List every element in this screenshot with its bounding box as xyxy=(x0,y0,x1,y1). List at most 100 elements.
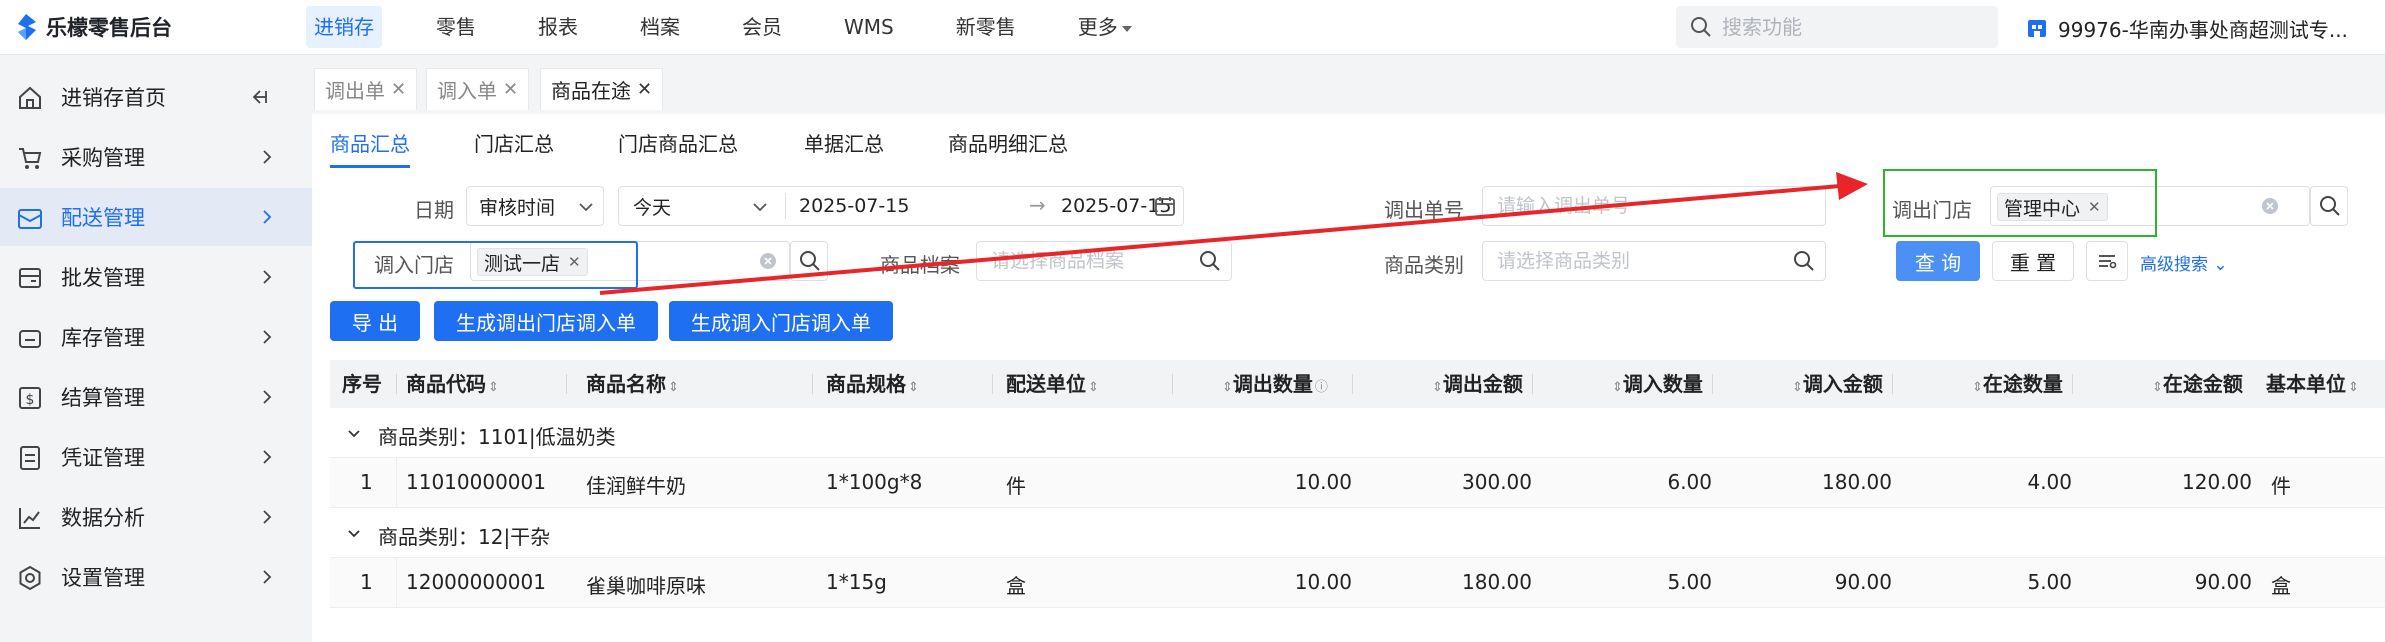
function-search[interactable] xyxy=(1676,6,1998,48)
group-row[interactable]: 商品类别：12|干杂 xyxy=(330,508,2385,558)
close-icon[interactable]: ✕ xyxy=(503,79,518,100)
export-button[interactable]: 导 出 xyxy=(330,301,420,341)
app-logo[interactable]: 乐檬零售后台 xyxy=(14,12,172,42)
column-divider xyxy=(396,374,397,394)
cell-out-qty: 10.00 xyxy=(1294,470,1352,494)
table-row[interactable]: 1 11010000001 佳润鲜牛奶 1*100g*8 件 10.00 300… xyxy=(330,458,2385,508)
cell-goods-spec: 1*100g*8 xyxy=(826,470,923,494)
goods-cat-input[interactable] xyxy=(1497,250,1787,272)
clear-icon[interactable] xyxy=(2261,197,2279,215)
sidebar-item-distribution[interactable]: 配送管理 xyxy=(0,188,312,246)
tab-goods-detail-summary[interactable]: 商品明细汇总 xyxy=(948,128,1068,165)
table-row[interactable]: 1 12000000001 雀巢咖啡原味 1*15g 盒 10.00 180.0… xyxy=(330,558,2385,608)
col-base-unit[interactable]: 基本单位 ⇕ xyxy=(2266,360,2359,408)
nav-retail[interactable]: 零售 xyxy=(428,6,484,48)
sort-icon[interactable]: ⇕ xyxy=(1612,380,1623,395)
nav-more[interactable]: 更多 xyxy=(1070,6,1140,48)
col-goods-spec[interactable]: 商品规格 ⇕ xyxy=(826,360,919,408)
col-goods-name[interactable]: 商品名称 ⇕ xyxy=(586,360,679,408)
gen-in-store-in-order-button[interactable]: 生成调入门店调入单 xyxy=(669,301,893,341)
sort-icon[interactable]: ⇕ xyxy=(1222,380,1233,395)
col-in-qty[interactable]: ⇕调入数量 xyxy=(1610,360,1703,408)
calendar-icon[interactable] xyxy=(1154,195,1176,217)
date-type-value[interactable] xyxy=(479,195,579,217)
nav-wms[interactable]: WMS xyxy=(836,6,902,48)
date-range-picker[interactable]: → xyxy=(618,186,1201,226)
query-button[interactable]: 查 询 xyxy=(1896,241,1980,281)
tab-goods-summary[interactable]: 商品汇总 xyxy=(330,128,410,168)
gen-out-store-in-order-button[interactable]: 生成调出门店调入单 xyxy=(434,301,658,341)
sidebar-item-wholesale[interactable]: 批发管理 xyxy=(0,248,312,306)
sort-icon[interactable]: ⇕ xyxy=(668,380,679,395)
col-transit-amount[interactable]: ⇕在途金额 xyxy=(2150,360,2243,408)
tab-order-summary[interactable]: 单据汇总 xyxy=(804,128,884,165)
page-tab-in-transit[interactable]: 商品在途 ✕ xyxy=(540,68,664,110)
collapse-sidebar-icon[interactable] xyxy=(250,88,268,106)
nav-archive[interactable]: 档案 xyxy=(632,6,688,48)
sidebar-item-settlement[interactable]: $ 结算管理 xyxy=(0,368,312,426)
col-in-amount[interactable]: ⇕调入金额 xyxy=(1790,360,1883,408)
sort-icon[interactable]: ⇕ xyxy=(1088,380,1099,395)
chevron-down-icon[interactable] xyxy=(346,426,362,442)
out-no-input[interactable] xyxy=(1497,195,1807,217)
goods-file-input[interactable] xyxy=(991,250,1191,272)
date-range-preset[interactable] xyxy=(633,195,753,217)
col-out-amount[interactable]: ⇕调出金额 xyxy=(1430,360,1523,408)
search-icon[interactable] xyxy=(1793,250,1815,272)
sidebar-item-inventory-home[interactable]: 进销存首页 xyxy=(0,68,312,126)
store-selector[interactable]: 99976-华南办事处商超测试专... xyxy=(2026,10,2348,46)
clear-icon[interactable] xyxy=(759,252,777,270)
column-settings-button[interactable] xyxy=(2086,241,2128,281)
nav-reports[interactable]: 报表 xyxy=(530,6,586,48)
advanced-search-link[interactable]: 高级搜索 ⌄ xyxy=(2140,250,2228,275)
in-store-search-button[interactable] xyxy=(790,241,828,281)
goods-cat-select[interactable] xyxy=(1482,241,1826,281)
sort-icon[interactable]: ⇕ xyxy=(1972,380,1983,395)
nav-member[interactable]: 会员 xyxy=(734,6,790,48)
chevron-down-icon[interactable] xyxy=(346,526,362,542)
col-goods-code[interactable]: 商品代码 ⇕ xyxy=(406,360,499,408)
sidebar-item-voucher[interactable]: 凭证管理 xyxy=(0,428,312,486)
date-to-input[interactable] xyxy=(1061,195,1201,217)
nav-inventory[interactable]: 进销存 xyxy=(306,6,382,48)
sort-icon[interactable]: ⇕ xyxy=(1792,380,1803,395)
group-row[interactable]: 商品类别：1101|低温奶类 xyxy=(330,408,2385,458)
page-tab-transfer-out[interactable]: 调出单 ✕ xyxy=(314,68,418,110)
date-from-input[interactable] xyxy=(799,195,959,217)
sidebar-item-analytics[interactable]: 数据分析 xyxy=(0,488,312,546)
page-tab-transfer-in[interactable]: 调入单 ✕ xyxy=(426,68,530,110)
top-nav: 进销存 零售 报表 档案 会员 WMS 新零售 更多 xyxy=(306,6,1186,48)
out-store-search-button[interactable] xyxy=(2310,186,2348,226)
goods-file-select[interactable] xyxy=(976,241,1232,281)
sort-icon[interactable]: ⇕ xyxy=(2152,380,2163,395)
sort-icon[interactable]: ⇕ xyxy=(1432,380,1443,395)
chevron-down-icon xyxy=(753,203,767,212)
sidebar-item-purchase[interactable]: 采购管理 xyxy=(0,128,312,186)
date-type-select[interactable] xyxy=(466,186,604,226)
sort-icon[interactable]: ⇕ xyxy=(908,380,919,395)
cell-in-qty: 6.00 xyxy=(1667,470,1712,494)
store-name: 99976-华南办事处商超测试专... xyxy=(2058,17,2348,42)
cell-in-qty: 5.00 xyxy=(1667,570,1712,594)
sidebar-item-settings[interactable]: 设置管理 xyxy=(0,548,312,606)
search-icon[interactable] xyxy=(1199,250,1221,272)
col-label: 商品名称 xyxy=(586,372,666,396)
close-icon[interactable]: ✕ xyxy=(391,79,406,100)
main-content: 调出单 ✕ 调入单 ✕ 商品在途 ✕ 商品汇总 门店汇总 门店商品汇总 单据汇总 商品… xyxy=(312,56,2385,642)
sidebar-item-stock[interactable]: 库存管理 xyxy=(0,308,312,366)
col-out-qty[interactable]: ⇕调出数量 ⓘ xyxy=(1220,360,1328,408)
col-transit-qty[interactable]: ⇕在途数量 xyxy=(1970,360,2063,408)
sort-icon[interactable]: ⇕ xyxy=(488,380,499,395)
nav-new-retail[interactable]: 新零售 xyxy=(948,6,1024,48)
sort-icon[interactable]: ⇕ xyxy=(2348,380,2359,395)
cell-goods-name: 雀巢咖啡原味 xyxy=(586,574,706,598)
tab-store-summary[interactable]: 门店汇总 xyxy=(474,128,554,165)
close-icon[interactable]: ✕ xyxy=(637,79,652,100)
reset-button[interactable]: 重 置 xyxy=(1992,241,2074,281)
tab-store-goods-summary[interactable]: 门店商品汇总 xyxy=(618,128,738,165)
help-icon[interactable]: ⓘ xyxy=(1315,380,1328,395)
voucher-icon xyxy=(20,446,40,470)
function-search-input[interactable] xyxy=(1722,15,1982,39)
out-no-field[interactable] xyxy=(1482,186,1826,226)
col-delivery-unit[interactable]: 配送单位 ⇕ xyxy=(1006,360,1099,408)
